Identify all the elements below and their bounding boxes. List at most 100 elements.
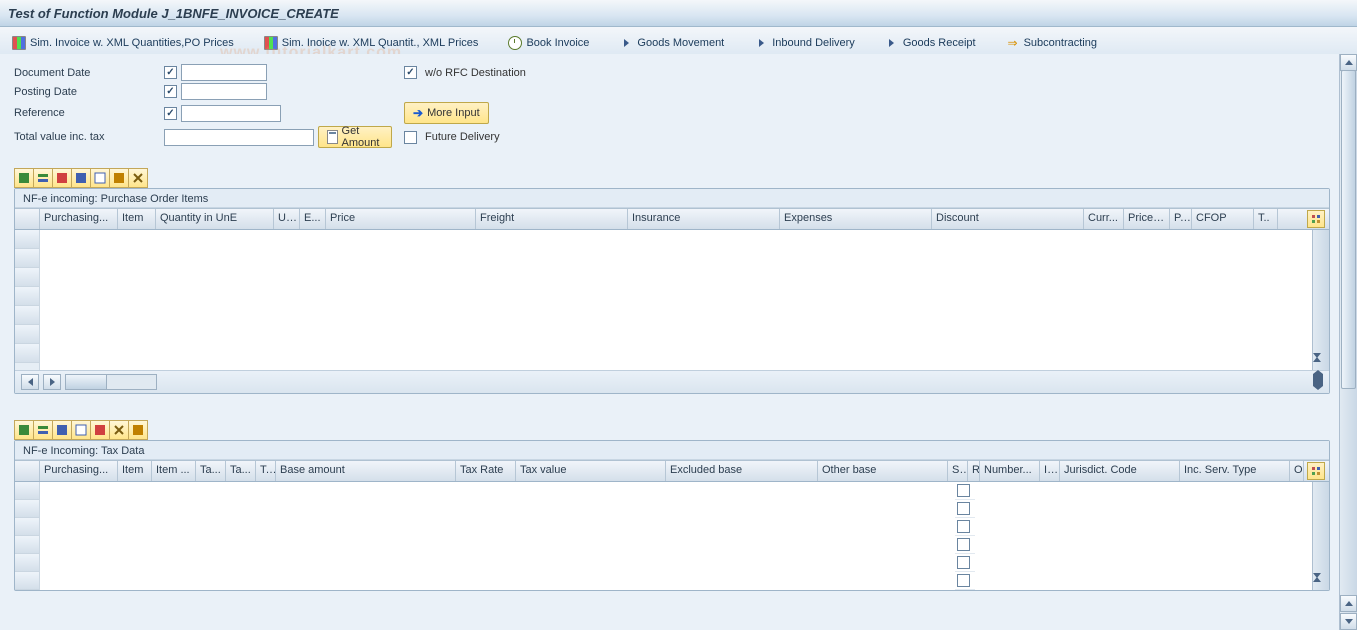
mini-btn-copy[interactable] [52, 168, 72, 188]
column-header[interactable]: Purchasing... [40, 209, 118, 229]
column-header[interactable]: Insurance [628, 209, 780, 229]
row-selector[interactable] [15, 268, 39, 287]
mini-btn-insert-row[interactable] [14, 168, 34, 188]
row-selector[interactable] [15, 518, 39, 536]
scroll-track[interactable] [1340, 70, 1357, 598]
column-header[interactable]: Excluded base [666, 461, 818, 481]
column-header[interactable]: Quantity in UnE [156, 209, 274, 229]
scroll-up-icon[interactable] [1340, 54, 1357, 71]
row-selector[interactable] [15, 287, 39, 306]
reference-input[interactable] [181, 105, 281, 122]
row-selector[interactable] [15, 500, 39, 518]
mini-btn-deselect-all[interactable] [71, 420, 91, 440]
more-input-button[interactable]: ➔ More Input [404, 102, 489, 124]
tax-cells-area[interactable] [40, 482, 955, 590]
mini-btn-tools[interactable] [109, 420, 129, 440]
column-header[interactable]: Tax Rate [456, 461, 516, 481]
po-hscroll-right[interactable] [1313, 374, 1323, 386]
reference-checkbox[interactable] [164, 107, 177, 120]
wo-rfc-checkbox[interactable] [404, 66, 417, 79]
row-selector-header[interactable] [15, 461, 40, 481]
column-header[interactable]: Item [118, 461, 152, 481]
scroll-right-icon[interactable] [43, 374, 61, 390]
po-grid-vscroll[interactable] [1312, 230, 1329, 370]
tax-row-checkbox[interactable] [957, 574, 970, 587]
tax-row-checkbox[interactable] [957, 520, 970, 533]
column-header[interactable]: E... [300, 209, 326, 229]
scroll-down-icon[interactable] [1340, 613, 1357, 630]
column-header[interactable]: Purchasing... [40, 461, 118, 481]
scroll-left-icon[interactable] [21, 374, 39, 390]
po-hscroll[interactable] [21, 374, 157, 390]
row-selector[interactable] [15, 554, 39, 572]
column-header[interactable]: Ta... [226, 461, 256, 481]
tax-grid-vscroll[interactable] [1312, 482, 1329, 590]
row-selector[interactable] [15, 536, 39, 554]
row-selector[interactable] [15, 306, 39, 325]
column-header[interactable]: Tax value [516, 461, 666, 481]
column-header[interactable]: Discount [932, 209, 1084, 229]
sim-invoice-po-button[interactable]: Sim. Invoice w. XML Quantities,PO Prices [6, 34, 240, 52]
po-cells-area[interactable] [40, 230, 1329, 370]
tax-row-checkbox[interactable] [957, 556, 970, 569]
column-header[interactable]: Expenses [780, 209, 932, 229]
mini-btn-tools[interactable] [128, 168, 148, 188]
column-header[interactable]: Jurisdict. Code [1060, 461, 1180, 481]
column-header[interactable]: T.. [1254, 209, 1278, 229]
scroll-thumb[interactable] [1341, 70, 1356, 389]
row-selector[interactable] [15, 249, 39, 268]
row-selector[interactable] [15, 572, 39, 590]
column-header[interactable]: Curr... [1084, 209, 1124, 229]
scroll-up-step-icon[interactable] [1340, 595, 1357, 612]
mini-btn-delete-row[interactable] [33, 420, 53, 440]
column-header[interactable]: R [968, 461, 980, 481]
column-header[interactable]: U... [274, 209, 300, 229]
column-header[interactable]: Price [326, 209, 476, 229]
row-selector-header[interactable] [15, 209, 40, 229]
table-settings-icon[interactable] [1307, 462, 1325, 480]
table-settings-icon[interactable] [1307, 210, 1325, 228]
column-header[interactable]: Base amount [276, 461, 456, 481]
column-header[interactable]: Other base [818, 461, 948, 481]
tax-row-checkbox[interactable] [957, 538, 970, 551]
posting-date-checkbox[interactable] [164, 85, 177, 98]
column-header[interactable]: P... [1170, 209, 1192, 229]
row-selector[interactable] [15, 482, 39, 500]
column-header[interactable]: Number... [980, 461, 1040, 481]
column-header[interactable]: Freight [476, 209, 628, 229]
main-vscroll[interactable] [1339, 54, 1357, 630]
scroll-track[interactable] [65, 374, 157, 390]
subcontracting-button[interactable]: ⇒ Subcontracting [1000, 34, 1103, 52]
column-header[interactable]: S.. [948, 461, 968, 481]
document-date-input[interactable] [181, 64, 267, 81]
column-header[interactable]: Inc. Serv. Type [1180, 461, 1290, 481]
row-selector[interactable] [15, 325, 39, 344]
column-header[interactable]: O [1290, 461, 1304, 481]
column-header[interactable]: Ta... [196, 461, 226, 481]
mini-btn-deselect-all[interactable] [90, 168, 110, 188]
book-invoice-button[interactable]: Book Invoice [502, 34, 595, 52]
mini-btn-select-all[interactable] [71, 168, 91, 188]
document-date-checkbox[interactable] [164, 66, 177, 79]
mini-btn-sort[interactable] [109, 168, 129, 188]
inbound-delivery-button[interactable]: Inbound Delivery [748, 34, 861, 52]
mini-btn-cut[interactable] [90, 420, 110, 440]
column-header[interactable]: CFOP [1192, 209, 1254, 229]
tax-row-checkbox[interactable] [957, 502, 970, 515]
column-header[interactable]: Price ... [1124, 209, 1170, 229]
mini-btn-select-all[interactable] [52, 420, 72, 440]
posting-date-input[interactable] [181, 83, 267, 100]
column-header[interactable]: T.. [256, 461, 276, 481]
column-header[interactable]: I... [1040, 461, 1060, 481]
column-header[interactable]: Item ... [152, 461, 196, 481]
get-amount-button[interactable]: Get Amount [318, 126, 392, 148]
goods-movement-button[interactable]: Goods Movement [613, 34, 730, 52]
total-value-input[interactable] [164, 129, 314, 146]
goods-receipt-button[interactable]: Goods Receipt [879, 34, 982, 52]
scroll-right-icon[interactable] [1318, 374, 1323, 386]
mini-btn-delete-row[interactable] [33, 168, 53, 188]
tax-row-checkbox[interactable] [957, 484, 970, 497]
column-header[interactable]: Item [118, 209, 156, 229]
sim-invoice-xml-button[interactable]: Sim. Inoice w. XML Quantit., XML Prices [258, 34, 485, 52]
mini-btn-sort[interactable] [128, 420, 148, 440]
